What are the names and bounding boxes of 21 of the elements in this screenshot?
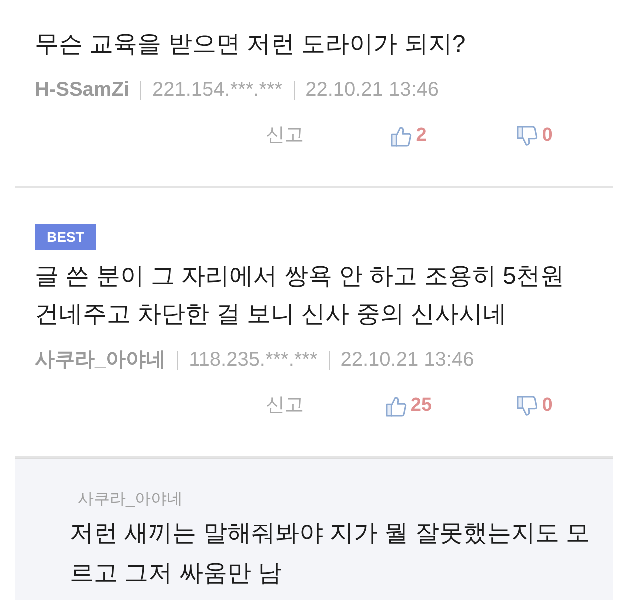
timestamp: 22.10.21 13:46 <box>340 348 474 372</box>
reply-author: 사쿠라_아야네 <box>78 490 183 510</box>
report-button[interactable]: 신고 <box>266 392 304 420</box>
author-name: H-SSamZi <box>35 78 130 102</box>
ip-address: 221.154.***.*** <box>152 78 283 102</box>
thumbs-down-icon <box>517 396 538 416</box>
comment-text: 글 쓴 분이 그 자리에서 쌍욕 안 하고 조용히 5천원 건네주고 차단한 걸 보니 신사 중의 신사시네 <box>35 262 564 330</box>
like-button[interactable]: 2 <box>391 122 427 150</box>
comment-text: 무슨 교육을 받으면 저런 도라이가 되지? <box>35 30 466 60</box>
author-name: 사쿠라_아야네 <box>35 348 166 372</box>
like-button[interactable]: 25 <box>386 392 432 420</box>
timestamp: 22.10.21 13:46 <box>306 78 440 102</box>
dislike-button[interactable]: 0 <box>517 122 553 150</box>
report-button[interactable]: 신고 <box>266 122 304 150</box>
thumbs-up-icon <box>391 126 412 146</box>
thumbs-down-icon <box>517 126 538 146</box>
best-badge: BEST <box>35 224 96 250</box>
reply-text: 저런 새끼는 말해줘봐야 지가 뭘 잘못했는지도 모 르고 그저 싸움만 남 <box>70 519 590 589</box>
ip-address: 118.235.***.*** <box>189 348 318 372</box>
dislike-button[interactable]: 0 <box>517 392 553 420</box>
thumbs-up-icon <box>386 396 407 416</box>
